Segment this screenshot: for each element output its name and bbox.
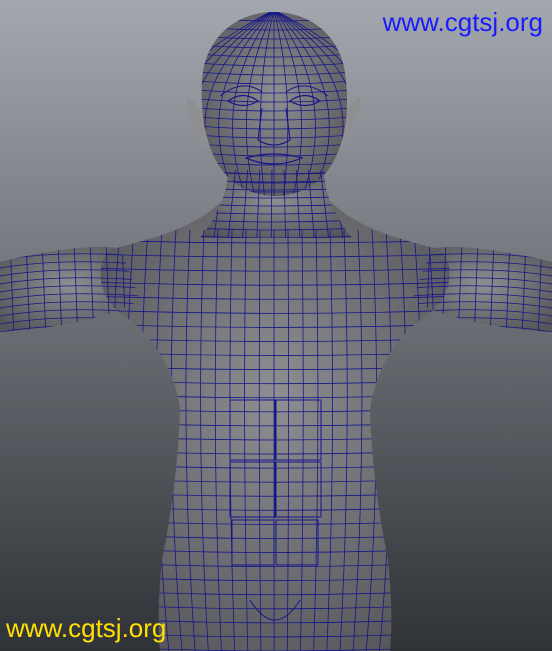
watermark-bottom-left: www.cgtsj.org [6, 613, 167, 643]
viewport-canvas[interactable] [0, 0, 552, 651]
3d-viewport[interactable]: www.cgtsj.org www.cgtsj.org [0, 0, 552, 651]
watermark-top-right: www.cgtsj.org [382, 7, 543, 37]
